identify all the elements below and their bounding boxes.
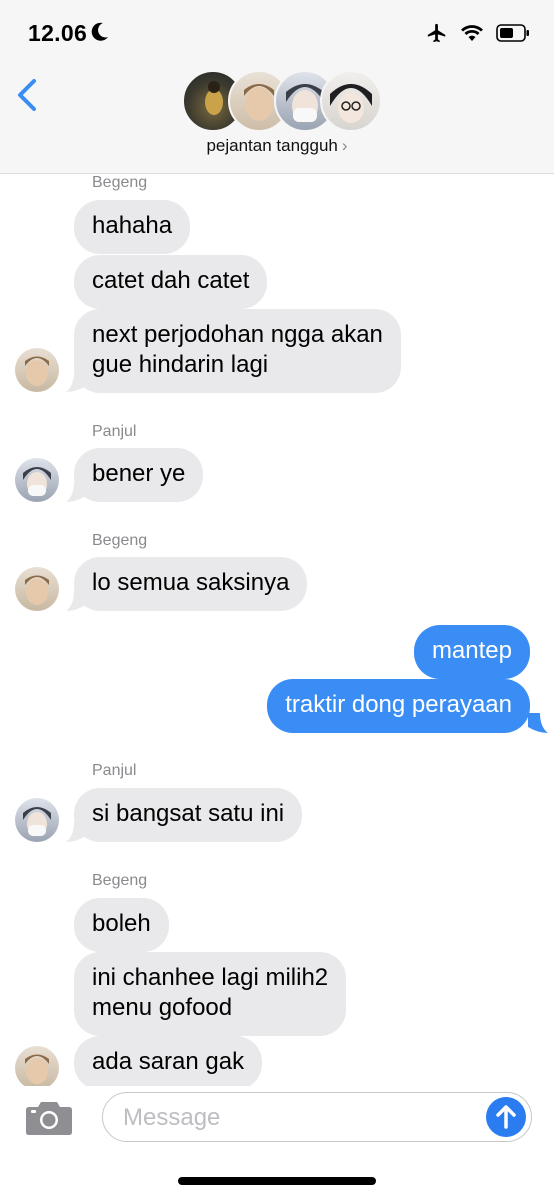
message-bubble-incoming[interactable]: catet dah catet <box>74 255 268 309</box>
sender-name: Begeng <box>92 532 148 549</box>
message-bubble-outgoing[interactable]: mantep <box>413 625 530 679</box>
battery-icon <box>496 24 529 42</box>
message-bubble-incoming[interactable]: boleh <box>74 898 169 952</box>
sender-name: Begeng <box>92 174 148 191</box>
message-bubble-incoming[interactable]: hahaha <box>74 200 191 254</box>
message-text-line: next perjodohan ngga akan <box>92 321 383 348</box>
message-bubble-incoming[interactable]: ini chanhee lagi milih2 menu gofood <box>74 952 347 1036</box>
bubble-tail <box>66 372 86 392</box>
bubble-tail <box>66 822 86 842</box>
avatar[interactable] <box>15 348 59 392</box>
sender-name: Panjul <box>92 423 137 440</box>
sender-name: Begeng <box>92 872 148 889</box>
send-button[interactable] <box>486 1097 526 1137</box>
home-indicator[interactable] <box>178 1177 376 1185</box>
message-bubble-incoming[interactable]: bener ye <box>74 448 204 502</box>
avatar[interactable] <box>15 458 59 502</box>
group-avatars[interactable] <box>182 70 382 132</box>
avatar[interactable] <box>15 798 59 842</box>
message-bubble-incoming[interactable]: si bangsat satu ini <box>74 788 303 842</box>
conversation-header: pejantan tangguh › <box>0 66 554 174</box>
bubble-tail <box>66 591 86 611</box>
message-bubble-incoming[interactable]: ada saran gak <box>74 1036 263 1090</box>
avatar[interactable] <box>15 1046 59 1090</box>
arrow-up-icon <box>496 1105 516 1129</box>
chevron-left-icon[interactable] <box>14 78 44 112</box>
message-text-line: ini chanhee lagi milih2 <box>92 964 329 991</box>
bubble-tail <box>528 713 548 733</box>
chevron-right-icon: › <box>341 136 348 155</box>
message-placeholder: Message <box>123 1104 221 1131</box>
sender-name: Panjul <box>92 762 137 779</box>
message-input[interactable]: Message <box>102 1092 532 1142</box>
airplane-icon <box>427 23 446 43</box>
avatar <box>320 70 382 132</box>
message-bubble-outgoing[interactable]: traktir dong perayaan <box>267 679 530 733</box>
message-bubble-incoming[interactable]: lo semua saksinya <box>74 557 308 611</box>
message-text-line: gue hindarin lagi <box>92 351 269 378</box>
wifi-icon <box>461 25 483 41</box>
bubble-tail <box>66 482 86 502</box>
status-time: 12.06 <box>28 20 88 46</box>
group-name[interactable]: pejantan tangguh › <box>0 136 554 156</box>
status-bar: 12.06 <box>0 0 554 66</box>
moon-icon <box>91 22 108 41</box>
message-text-line: menu gofood <box>92 994 233 1021</box>
group-name-label: pejantan tangguh <box>206 136 338 155</box>
avatar[interactable] <box>15 567 59 611</box>
message-bubble-incoming[interactable]: next perjodohan ngga akan gue hindarin l… <box>74 309 401 393</box>
camera-icon[interactable] <box>25 1100 73 1136</box>
